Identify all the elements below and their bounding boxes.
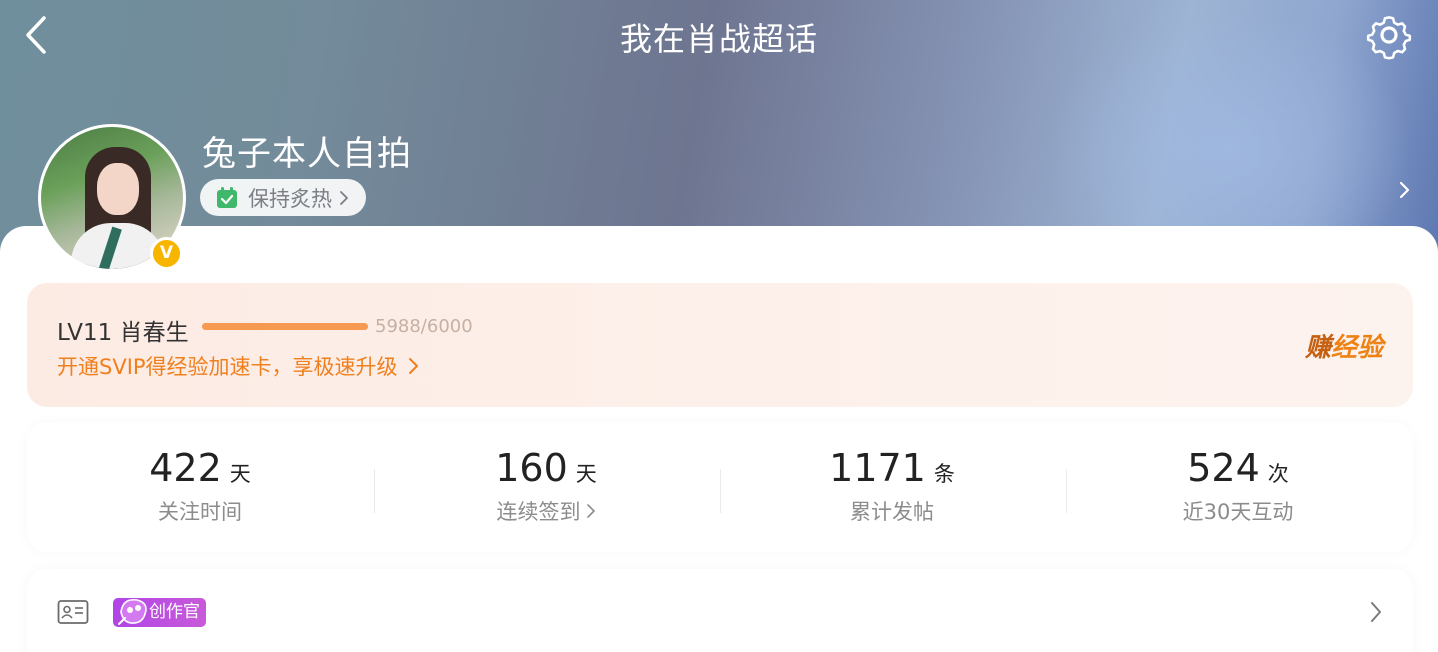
status-chip-label: 保持炙热 — [248, 186, 332, 211]
chevron-right-icon — [586, 504, 595, 518]
status-chip[interactable]: 保持炙热 — [200, 179, 366, 216]
stat-unit: 条 — [933, 462, 955, 486]
level-label: LV11 肖春生 — [57, 320, 189, 346]
level-progress-bar — [202, 323, 368, 330]
stat-label: 关注时间 — [158, 500, 242, 524]
earn-exp-label-first: 赚 — [1305, 333, 1332, 363]
stat-checkin-streak[interactable]: 160 天 连续签到 — [373, 422, 719, 552]
chevron-right-icon — [340, 190, 348, 205]
stat-value: 422 — [149, 446, 222, 490]
stat-unit: 天 — [229, 462, 251, 486]
chevron-right-icon — [408, 358, 418, 374]
level-card: LV11 肖春生 5988/6000 开通SVIP得经验加速卡，享极速升级 赚经… — [27, 283, 1413, 407]
earn-exp-label-rest: 经验 — [1331, 333, 1384, 363]
svip-promo-text: 开通SVIP得经验加速卡，享极速升级 — [57, 355, 398, 379]
stat-follow-days: 422 天 关注时间 — [27, 422, 373, 552]
stat-total-posts: 1171 条 累计发帖 — [719, 422, 1065, 552]
stat-label: 连续签到 — [496, 500, 581, 524]
creator-emblem-icon — [118, 598, 147, 625]
level-progress-fill — [202, 323, 368, 330]
stat-label: 累计发帖 — [850, 500, 934, 524]
top-bar: 我在肖战超话 — [0, 0, 1438, 70]
stat-recent-interactions: 524 次 近30天互动 — [1065, 422, 1411, 552]
level-progress-text: 5988/6000 — [375, 316, 473, 337]
stat-unit: 次 — [1267, 462, 1289, 486]
stat-value: 160 — [495, 446, 568, 490]
page-title: 我在肖战超话 — [619, 20, 818, 58]
earn-exp-button[interactable]: 赚经验 — [1305, 327, 1383, 364]
stats-card: 422 天 关注时间 160 天 连续签到 1171 条 累计发帖 524 次 近30天… — [27, 422, 1413, 552]
stat-value: 524 — [1187, 446, 1260, 490]
stat-value: 1171 — [829, 446, 926, 490]
id-card-icon — [57, 600, 89, 624]
creator-card[interactable]: 创作官 — [27, 569, 1413, 652]
creator-badge[interactable]: 创作官 — [113, 598, 206, 627]
chevron-right-icon — [1371, 602, 1381, 622]
username: 兔子本人自拍 — [202, 134, 412, 174]
creator-badge-label: 创作官 — [149, 602, 200, 622]
settings-button[interactable] — [1362, 8, 1416, 62]
gear-icon — [1366, 16, 1412, 60]
svip-promo-link[interactable]: 开通SVIP得经验加速卡，享极速升级 — [57, 351, 419, 381]
content-sheet: LV11 肖春生 5988/6000 开通SVIP得经验加速卡，享极速升级 赚经… — [0, 226, 1438, 652]
calendar-check-icon — [217, 186, 237, 208]
stat-unit: 天 — [575, 462, 597, 486]
verified-badge: V — [150, 237, 183, 270]
stat-label: 近30天互动 — [1182, 500, 1294, 524]
chevron-right-icon[interactable] — [1392, 178, 1416, 202]
